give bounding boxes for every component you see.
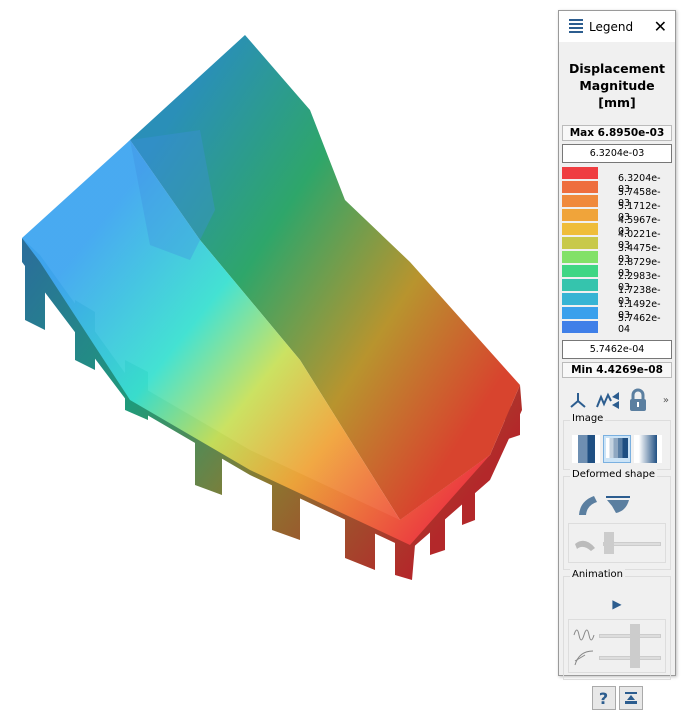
result-title-line1: Displacement xyxy=(568,61,666,76)
legend-panel: Legend ✕ Displacement Magnitude [mm] Max… xyxy=(558,10,676,710)
legend-title: Legend xyxy=(589,19,634,34)
scale-level-label: 5.7462e-04 xyxy=(618,313,661,335)
slider-thumb[interactable] xyxy=(629,646,640,668)
play-icon[interactable]: ▶ xyxy=(564,587,670,619)
color-swatch xyxy=(562,251,598,263)
frequency-icon xyxy=(573,629,595,641)
lock-icon[interactable] xyxy=(627,388,649,412)
color-swatch xyxy=(562,265,598,277)
damping-icon xyxy=(574,650,594,666)
image-banded-option[interactable] xyxy=(572,435,600,463)
result-title: Displacement Magnitude [mm] xyxy=(559,60,675,111)
color-swatch xyxy=(562,167,598,179)
max-value: Max 6.8950e-03 xyxy=(562,125,672,141)
color-swatch xyxy=(562,223,598,235)
image-label: Image xyxy=(570,413,606,424)
animation-group: Animation ▶ xyxy=(563,569,671,680)
displacement-model xyxy=(22,35,522,580)
min-value: Min 4.4269e-08 xyxy=(562,362,672,378)
lower-bound-input[interactable]: 5.7462e-04 xyxy=(562,340,672,359)
color-swatch xyxy=(562,293,598,305)
undeformed-overlay-icon[interactable] xyxy=(604,493,632,517)
color-scale: 6.3204e-03 5.7458e-03 5.1712e-03 4.5967e-03… xyxy=(562,167,672,337)
deformed-shape-icon[interactable] xyxy=(576,493,598,517)
color-swatch xyxy=(562,279,598,291)
legend-header: Legend ✕ xyxy=(559,11,675,42)
image-multiband-option[interactable] xyxy=(603,435,631,463)
upper-bound-input[interactable]: 6.3204e-03 xyxy=(562,144,672,163)
deformed-shape-group: Deformed shape xyxy=(563,469,671,570)
damping-slider[interactable] xyxy=(599,646,661,668)
color-swatch xyxy=(562,237,598,249)
color-swatch xyxy=(562,181,598,193)
more-icon[interactable]: » xyxy=(663,395,669,406)
color-swatch xyxy=(562,195,598,207)
animation-label: Animation xyxy=(570,569,625,580)
result-title-line2: Magnitude [mm] xyxy=(579,78,655,110)
image-group: Image xyxy=(563,413,671,470)
deformation-scale-slider[interactable] xyxy=(603,532,661,554)
slider-thumb[interactable] xyxy=(603,532,614,554)
axis-triad-icon[interactable] xyxy=(567,389,589,411)
deformed-shape-label: Deformed shape xyxy=(570,469,658,480)
legend-icon xyxy=(569,18,583,35)
3d-viewport[interactable] xyxy=(0,0,555,686)
image-smooth-option[interactable] xyxy=(634,435,662,463)
probe-icon[interactable] xyxy=(595,389,621,411)
frequency-slider[interactable] xyxy=(599,624,661,646)
help-button[interactable]: ? xyxy=(591,686,616,710)
export-icon xyxy=(624,692,637,704)
close-icon[interactable]: ✕ xyxy=(654,17,667,36)
deformation-scale-icon xyxy=(575,540,595,551)
export-button[interactable] xyxy=(618,686,643,710)
color-swatch xyxy=(562,209,598,221)
color-swatch xyxy=(562,321,598,333)
slider-thumb[interactable] xyxy=(629,624,640,646)
color-swatch xyxy=(562,307,598,319)
